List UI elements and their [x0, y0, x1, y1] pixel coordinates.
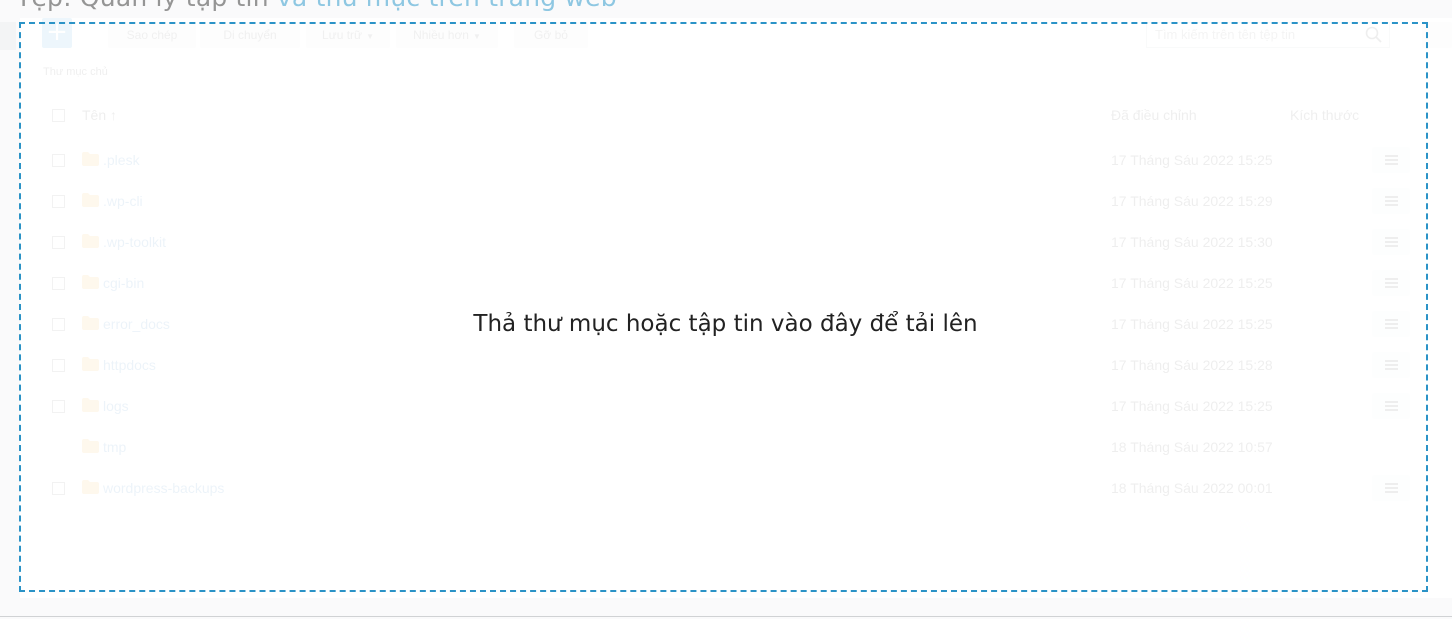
divider [0, 616, 1452, 617]
drop-message: Thả thư mục hoặc tập tin vào đây để tải … [473, 311, 978, 337]
drop-zone[interactable]: Thả thư mục hoặc tập tin vào đây để tải … [19, 22, 1428, 592]
